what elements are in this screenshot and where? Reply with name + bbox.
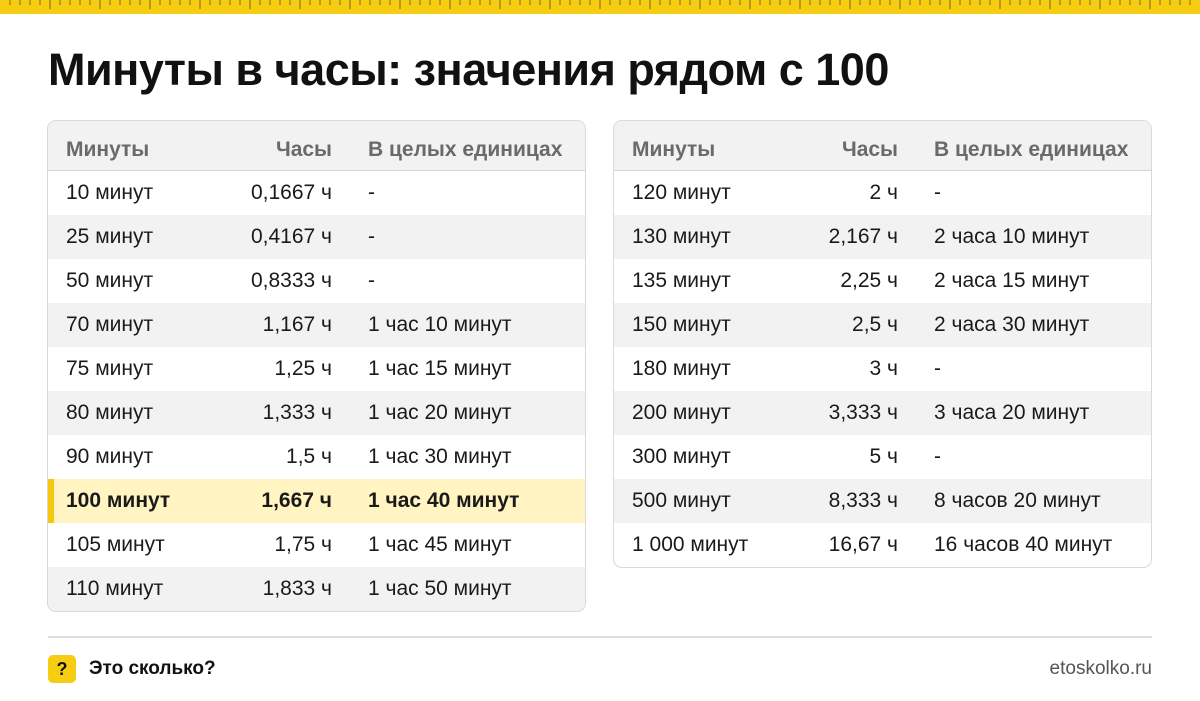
table-header: Минуты Часы В целых единицах (614, 121, 1151, 171)
cell-whole: 2 часа 10 минут (934, 225, 1090, 248)
cell-minutes: 500 минут (632, 489, 731, 512)
header-minutes: Минуты (632, 138, 716, 161)
site-url[interactable]: etoskolko.ru (1050, 657, 1152, 681)
cell-hours: 1,667 ч (261, 489, 332, 512)
cell-minutes: 70 минут (66, 313, 154, 336)
table-body: 120 минут 2 ч - 130 минут 2,167 ч 2 часа… (614, 171, 1151, 567)
cell-hours: 1,75 ч (274, 533, 332, 556)
table-row: 25 минут 0,4167 ч - (48, 215, 585, 259)
cell-hours: 2,5 ч (852, 313, 898, 336)
cell-whole: - (934, 357, 941, 380)
cell-minutes: 75 минут (66, 357, 154, 380)
table-row: 10 минут 0,1667 ч - (48, 171, 585, 215)
cell-minutes: 80 минут (66, 401, 154, 424)
cell-minutes: 50 минут (66, 269, 154, 292)
cell-minutes: 135 минут (632, 269, 731, 292)
cell-minutes: 10 минут (66, 181, 154, 204)
cell-hours: 1,25 ч (274, 357, 332, 380)
header-hours: Часы (841, 138, 898, 161)
table-row: 180 минут 3 ч - (614, 347, 1151, 391)
cell-whole: 8 часов 20 минут (934, 489, 1101, 512)
cell-hours: 3 ч (869, 357, 898, 380)
table-row: 200 минут 3,333 ч 3 часа 20 минут (614, 391, 1151, 435)
table-row: 135 минут 2,25 ч 2 часа 15 минут (614, 259, 1151, 303)
header-hours: Часы (275, 138, 332, 161)
table-row: 80 минут 1,333 ч 1 час 20 минут (48, 391, 585, 435)
cell-hours: 1,833 ч (262, 577, 332, 600)
table-row: 90 минут 1,5 ч 1 час 30 минут (48, 435, 585, 479)
cell-hours: 1,167 ч (262, 313, 332, 336)
cell-whole: 2 часа 30 минут (934, 313, 1090, 336)
table-row: 130 минут 2,167 ч 2 часа 10 минут (614, 215, 1151, 259)
header-whole-units: В целых единицах (934, 138, 1129, 161)
question-mark-icon: ? (48, 655, 76, 683)
cell-whole: 1 час 10 минут (368, 313, 512, 336)
cell-hours: 0,1667 ч (250, 181, 332, 204)
table-row: 70 минут 1,167 ч 1 час 10 минут (48, 303, 585, 347)
cell-whole: 1 час 50 минут (368, 577, 512, 600)
cell-minutes: 180 минут (632, 357, 731, 380)
cell-whole: 2 часа 15 минут (934, 269, 1090, 292)
cell-hours: 2,167 ч (828, 225, 898, 248)
table-row: 75 минут 1,25 ч 1 час 15 минут (48, 347, 585, 391)
table-left: Минуты Часы В целых единицах 10 минут 0,… (47, 120, 586, 612)
cell-hours: 2 ч (869, 181, 898, 204)
cell-whole: 1 час 15 минут (368, 357, 512, 380)
table-row-highlighted: 100 минут 1,667 ч 1 час 40 минут (48, 479, 585, 523)
cell-hours: 3,333 ч (828, 401, 898, 424)
table-row: 300 минут 5 ч - (614, 435, 1151, 479)
cell-minutes: 130 минут (632, 225, 731, 248)
ruler-ticks (9, 0, 1191, 9)
page-title: Минуты в часы: значения рядом с 100 (48, 44, 889, 95)
cell-whole: - (934, 445, 941, 468)
table-row: 1 000 минут 16,67 ч 16 часов 40 минут (614, 523, 1151, 567)
cell-whole: 1 час 20 минут (368, 401, 512, 424)
cell-minutes: 150 минут (632, 313, 731, 336)
ruler-strip (0, 0, 1200, 14)
cell-whole: 1 час 40 минут (368, 489, 520, 512)
brand-name: Это сколько? (89, 658, 216, 679)
cell-hours: 8,333 ч (828, 489, 898, 512)
table-row: 150 минут 2,5 ч 2 часа 30 минут (614, 303, 1151, 347)
table-body: 10 минут 0,1667 ч - 25 минут 0,4167 ч - … (48, 171, 585, 611)
cell-minutes: 120 минут (632, 181, 731, 204)
table-row: 110 минут 1,833 ч 1 час 50 минут (48, 567, 585, 611)
cell-hours: 5 ч (869, 445, 898, 468)
table-row: 50 минут 0,8333 ч - (48, 259, 585, 303)
cell-whole: 1 час 30 минут (368, 445, 512, 468)
cell-hours: 1,333 ч (262, 401, 332, 424)
cell-minutes: 110 минут (66, 577, 164, 600)
table-row: 120 минут 2 ч - (614, 171, 1151, 215)
table-header: Минуты Часы В целых единицах (48, 121, 585, 171)
cell-hours: 16,67 ч (828, 533, 898, 556)
cell-whole: 3 часа 20 минут (934, 401, 1090, 424)
cell-minutes: 1 000 минут (632, 533, 749, 556)
cell-whole: 1 час 45 минут (368, 533, 512, 556)
cell-minutes: 25 минут (66, 225, 154, 248)
cell-whole: - (368, 225, 375, 248)
header-whole-units: В целых единицах (368, 138, 563, 161)
cell-hours: 0,8333 ч (250, 269, 332, 292)
cell-minutes: 105 минут (66, 533, 165, 556)
cell-whole: - (934, 181, 941, 204)
cell-minutes: 90 минут (66, 445, 154, 468)
footer-divider (48, 636, 1152, 638)
cell-minutes: 300 минут (632, 445, 731, 468)
table-row: 500 минут 8,333 ч 8 часов 20 минут (614, 479, 1151, 523)
table-right: Минуты Часы В целых единицах 120 минут 2… (613, 120, 1152, 568)
cell-hours: 1,5 ч (286, 445, 332, 468)
table-row: 105 минут 1,75 ч 1 час 45 минут (48, 523, 585, 567)
cell-whole: 16 часов 40 минут (934, 533, 1113, 556)
cell-minutes: 100 минут (66, 489, 171, 512)
cell-hours: 2,25 ч (840, 269, 898, 292)
cell-whole: - (368, 181, 375, 204)
header-minutes: Минуты (66, 138, 150, 161)
cell-whole: - (368, 269, 375, 292)
cell-minutes: 200 минут (632, 401, 731, 424)
cell-hours: 0,4167 ч (250, 225, 332, 248)
